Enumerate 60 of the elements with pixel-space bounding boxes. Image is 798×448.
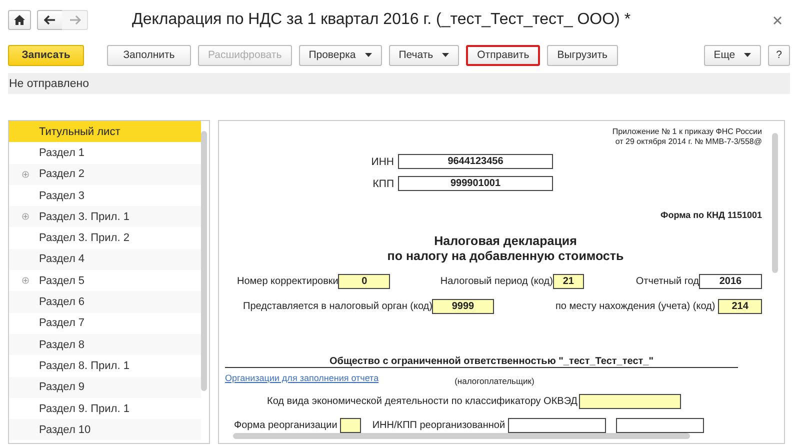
section-item[interactable]: Раздел 6 [9, 291, 201, 313]
field-label: Налоговый период (код) [440, 276, 553, 287]
document-title: по налогу на добавленную стоимость [386, 249, 625, 264]
expand-icon[interactable] [22, 277, 28, 284]
field-label: КПП [372, 178, 395, 190]
input-field[interactable]: 214 [718, 299, 762, 314]
input-field[interactable]: 9999 [432, 299, 494, 314]
section-item[interactable]: Раздел 2 [9, 164, 201, 185]
section-item[interactable]: Раздел 3. Прил. 1 [9, 206, 201, 228]
section-item[interactable]: Раздел 9 [9, 376, 201, 398]
help-button[interactable]: ? [768, 44, 790, 66]
scrollbar-thumb[interactable] [201, 131, 207, 391]
field-caption: (налогоплательщик) [454, 376, 534, 386]
input-field[interactable] [340, 418, 362, 433]
caret-icon [442, 53, 450, 57]
status-text: Не отправлено [9, 78, 90, 90]
section-item[interactable]: Раздел 4 [9, 248, 201, 270]
input-field[interactable]: 21 [552, 274, 584, 289]
save-button[interactable]: Записать [8, 44, 84, 66]
field-label: Представляется в налоговый орган (код) [243, 301, 432, 312]
caret-icon [744, 53, 752, 57]
document-title: Налоговая декларация [433, 234, 578, 249]
field-label: ИНН [370, 156, 395, 168]
window-title: Декларация по НДС за 1 квартал 2016 г. (_тест_Тест_тест_ ООО) * [132, 11, 631, 29]
appendix-note: от 29 октября 2014 г. № ММВ-7-3/558@ [614, 137, 762, 147]
input-field[interactable] [616, 418, 704, 433]
left-arrow-icon [44, 15, 56, 25]
toolbar-button[interactable]: Отправить [466, 44, 540, 66]
input-field[interactable] [579, 394, 682, 409]
form-code: Форма по КНД 1151001 [660, 210, 762, 220]
input-field[interactable]: 9644123456 [398, 154, 553, 169]
input-field[interactable]: 0 [338, 274, 390, 289]
toolbar-button[interactable]: Выгрузить [547, 44, 618, 66]
toolbar-button[interactable]: Заполнить [107, 44, 191, 66]
caret-icon [364, 53, 372, 57]
close-icon[interactable] [773, 16, 782, 24]
field-label: Номер корректировки [237, 276, 338, 287]
field-label: Отчетный год [636, 276, 699, 287]
section-item[interactable]: Титульный лист [9, 121, 201, 142]
dropdown-button[interactable]: Проверка [298, 44, 382, 66]
appendix-note: Приложение № 1 к приказу ФНС России [611, 127, 762, 137]
field-label: Форма реорганизации [234, 420, 338, 431]
field-label: ИНН/КПП реорганизованной [372, 420, 506, 431]
input-field[interactable]: 2016 [698, 274, 762, 289]
home-icon [14, 15, 25, 25]
scrollbar-thumb[interactable] [233, 433, 690, 439]
right-arrow-icon [68, 15, 80, 25]
section-item[interactable]: Раздел 10 [9, 419, 201, 440]
input-field[interactable]: 999901001 [398, 176, 553, 191]
back-button[interactable] [37, 10, 63, 30]
field-label: по месту нахождения (учета) (код) [556, 301, 716, 312]
organization-link[interactable]: Организации для заполнения отчета [225, 373, 379, 383]
more-button[interactable]: Еще [704, 44, 762, 66]
field-label: Код вида экономической деятельности по классификатору ОКВЭД [267, 396, 578, 407]
home-button[interactable] [8, 10, 31, 30]
section-item[interactable]: Раздел 8 [9, 334, 201, 356]
organization-name: Общество с ограниченной ответственностью "_тест_Тест_тест_" [225, 356, 738, 368]
input-field[interactable] [508, 418, 606, 433]
scrollbar-thumb[interactable] [772, 133, 778, 273]
dropdown-button[interactable]: Печать [388, 44, 460, 66]
